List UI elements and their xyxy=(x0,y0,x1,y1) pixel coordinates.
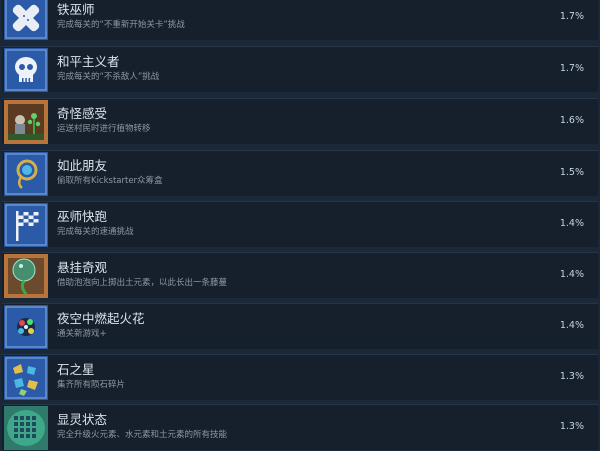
achievement-description: 偷取所有Kickstarter众筹盒 xyxy=(57,176,163,186)
unlock-percentage: 1.3% xyxy=(559,371,584,382)
achievement-description: 完全升级火元素、水元素和土元素的所有技能 xyxy=(57,430,228,440)
crossed-bandage-icon xyxy=(4,0,48,40)
unlock-percentage: 1.5% xyxy=(559,167,584,178)
achievement-title: 铁巫师 xyxy=(57,2,95,17)
achievement-row[interactable]: 奇怪感受 运送村民时进行植物转移 1.6% xyxy=(2,98,598,144)
achievement-description: 集齐所有陨石碎片 xyxy=(57,380,126,390)
achievement-description: 运送村民时进行植物转移 xyxy=(57,124,151,134)
achievement-row[interactable]: 夜空中燃起火花 通关新游戏+ 1.4% xyxy=(2,303,598,349)
achievement-row[interactable]: 石之星 集齐所有陨石碎片 1.3% xyxy=(2,354,598,400)
achievement-title: 如此朋友 xyxy=(57,158,108,173)
achievement-row[interactable]: 如此朋友 偷取所有Kickstarter众筹盒 1.5% xyxy=(2,150,598,196)
unlock-percentage: 1.3% xyxy=(559,421,584,432)
amulet-icon xyxy=(4,152,48,196)
unlock-percentage: 1.4% xyxy=(559,218,584,229)
achievement-list: 铁巫师 完成每关的“不重新开始关卡”挑战 1.7% 和平主义者 完成每关的“不杀… xyxy=(0,0,600,451)
vine-bubble-icon xyxy=(4,254,48,298)
unlock-percentage: 1.4% xyxy=(559,269,584,280)
achievement-description: 完成每关的速通挑战 xyxy=(57,227,134,237)
villager-plant-icon xyxy=(4,100,48,144)
achievement-title: 石之星 xyxy=(57,362,95,377)
achievement-description: 完成每关的“不重新开始关卡”挑战 xyxy=(57,20,185,30)
unlock-percentage: 1.7% xyxy=(559,11,584,22)
achievement-row[interactable]: 悬挂奇观 借助泡泡向上掷出土元素，以此长出一条藤蔓 1.4% xyxy=(2,252,598,298)
achievement-title: 夜空中燃起火花 xyxy=(57,311,145,326)
achievement-title: 和平主义者 xyxy=(57,54,120,69)
fireworks-icon xyxy=(4,305,48,349)
meteor-shards-icon xyxy=(4,356,48,400)
skull-icon xyxy=(4,48,48,92)
achievement-description: 完成每关的“不杀敌人”挑战 xyxy=(57,72,160,82)
unlock-percentage: 1.6% xyxy=(559,115,584,126)
achievement-description: 借助泡泡向上掷出土元素，以此长出一条藤蔓 xyxy=(57,278,228,288)
achievement-title: 巫师快跑 xyxy=(57,209,108,224)
achievement-row[interactable]: 巫师快跑 完成每关的速通挑战 1.4% xyxy=(2,201,598,247)
achievement-description: 通关新游戏+ xyxy=(57,329,107,339)
unlock-percentage: 1.7% xyxy=(559,63,584,74)
achievement-title: 奇怪感受 xyxy=(57,106,108,121)
achievement-title: 悬挂奇观 xyxy=(57,260,108,275)
unlock-percentage: 1.4% xyxy=(559,320,584,331)
achievement-row[interactable]: 铁巫师 完成每关的“不重新开始关卡”挑战 1.7% xyxy=(2,0,598,40)
achievement-title: 显灵状态 xyxy=(57,412,108,427)
checkered-flag-icon xyxy=(4,203,48,247)
spell-grid-icon xyxy=(4,406,48,450)
achievement-row[interactable]: 显灵状态 完全升级火元素、水元素和土元素的所有技能 1.3% xyxy=(2,404,598,450)
achievement-row[interactable]: 和平主义者 完成每关的“不杀敌人”挑战 1.7% xyxy=(2,46,598,92)
